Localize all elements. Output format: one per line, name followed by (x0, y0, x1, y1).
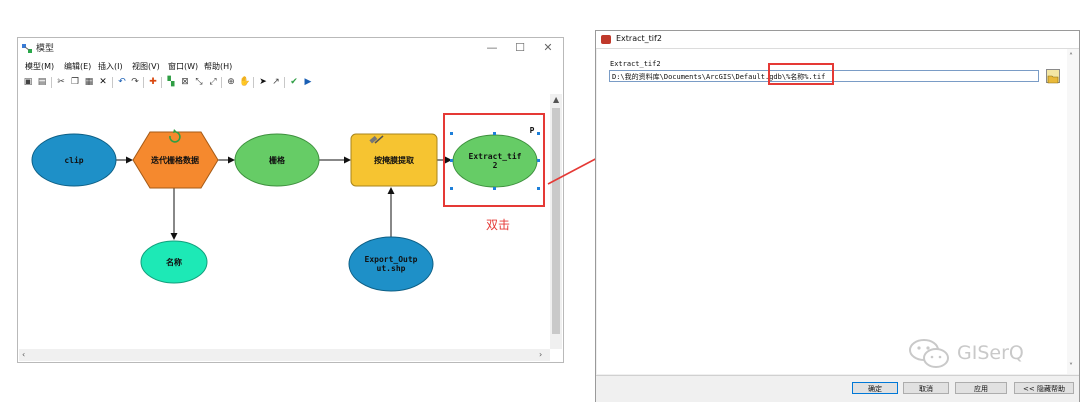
iterate-raster-label: 迭代栅格数据 (151, 155, 199, 165)
watermark-text: GISerQ (957, 342, 1024, 364)
fixed-zoom-out-icon[interactable]: ⤢ (207, 76, 219, 88)
redo-icon[interactable]: ↷ (129, 76, 141, 88)
toolbar-separator (51, 77, 52, 88)
pan-icon[interactable]: ✋ (239, 76, 251, 88)
toolbar-separator (112, 77, 113, 88)
dialog-scrollbar[interactable]: ˄ ˅ (1067, 49, 1079, 374)
folder-icon (1047, 75, 1059, 84)
dialog-footer: 确定 取消 应用 << 隐藏帮助 (596, 375, 1079, 402)
menu-view[interactable]: 视图(V) (132, 61, 160, 72)
zoom-icon[interactable]: ⊕ (225, 76, 237, 88)
toolbar-separator (161, 77, 162, 88)
dialog-titlebar: Extract_tif2 (596, 31, 1079, 49)
close-button[interactable]: ✕ (534, 38, 562, 58)
validate-icon[interactable]: ✔ (288, 76, 300, 88)
extract-by-mask-label: 按掩膜提取 (374, 155, 414, 165)
toolbar-separator (221, 77, 222, 88)
browse-folder-button[interactable] (1046, 69, 1060, 84)
connect-icon[interactable]: ↗ (270, 76, 282, 88)
hide-help-button[interactable]: << 隐藏帮助 (1014, 382, 1074, 394)
paste-icon[interactable]: ▦ (83, 76, 95, 88)
scroll-left-icon[interactable]: ‹ (22, 349, 25, 361)
wechat-icon (909, 339, 949, 368)
save-icon[interactable]: ▣ (22, 76, 34, 88)
add-data-icon[interactable]: ✚ (147, 76, 159, 88)
copy-icon[interactable]: ❐ (69, 76, 81, 88)
menu-edit[interactable]: 编辑(E) (64, 61, 91, 72)
select-icon[interactable]: ➤ (257, 76, 269, 88)
undo-icon[interactable]: ↶ (116, 76, 128, 88)
fixed-zoom-in-icon[interactable]: ⤡ (193, 76, 205, 88)
toolbar: ▣ ▤ ✂ ❐ ▦ ✕ ↶ ↷ ✚ ▚ ⊠ ⤡ ⤢ ⊕ ✋ ➤ ↗ ✔ ▶ (18, 74, 563, 92)
ok-button[interactable]: 确定 (852, 382, 898, 394)
cancel-button[interactable]: 取消 (903, 382, 949, 394)
double-click-annotation: 双击 (486, 218, 511, 232)
raster-node-label: 栅格 (269, 155, 286, 165)
minimize-button[interactable]: — (478, 38, 506, 58)
menu-help[interactable]: 帮助(H) (204, 61, 232, 72)
model-app-icon (22, 44, 32, 53)
toolbar-separator (143, 77, 144, 88)
dialog-app-icon (601, 35, 611, 44)
scroll-down-icon[interactable]: ˅ (1069, 361, 1073, 373)
cut-icon[interactable]: ✂ (55, 76, 67, 88)
auto-layout-icon[interactable]: ▚ (165, 76, 177, 88)
toolbar-separator (253, 77, 254, 88)
path-variable-highlight (768, 63, 834, 85)
scroll-up-icon[interactable]: ˄ (1069, 51, 1073, 63)
export-output-label-line2: ut.shp (377, 264, 406, 273)
menubar: 模型(M) 编辑(E) 插入(I) 视图(V) 窗口(W) 帮助(H) (18, 60, 563, 74)
canvas-horizontal-scrollbar[interactable]: ‹ › (19, 349, 550, 361)
maximize-button[interactable]: ☐ (506, 38, 534, 58)
highlight-box (443, 113, 545, 207)
modelbuilder-titlebar: 模型 — ☐ ✕ (18, 38, 563, 60)
parameter-label: Extract_tif2 (610, 60, 661, 68)
export-output-label-line1: Export_Outp (365, 255, 418, 264)
menu-model[interactable]: 模型(M) (25, 61, 54, 72)
clip-node-label: clip (64, 155, 83, 165)
dialog-title: Extract_tif2 (616, 34, 662, 43)
toolbar-separator (284, 77, 285, 88)
dialog-body: Extract_tif2 D:\我的资料库\Documents\ArcGIS\D… (597, 49, 1067, 374)
print-icon[interactable]: ▤ (36, 76, 48, 88)
run-icon[interactable]: ▶ (302, 76, 314, 88)
delete-icon[interactable]: ✕ (97, 76, 109, 88)
window-title: 模型 (36, 44, 55, 54)
apply-button[interactable]: 应用 (955, 382, 1007, 394)
full-extent-icon[interactable]: ⊠ (179, 76, 191, 88)
scroll-right-icon[interactable]: › (539, 349, 542, 361)
menu-insert[interactable]: 插入(I) (98, 61, 123, 72)
menu-window[interactable]: 窗口(W) (168, 61, 198, 72)
name-node-label: 名称 (166, 257, 182, 267)
